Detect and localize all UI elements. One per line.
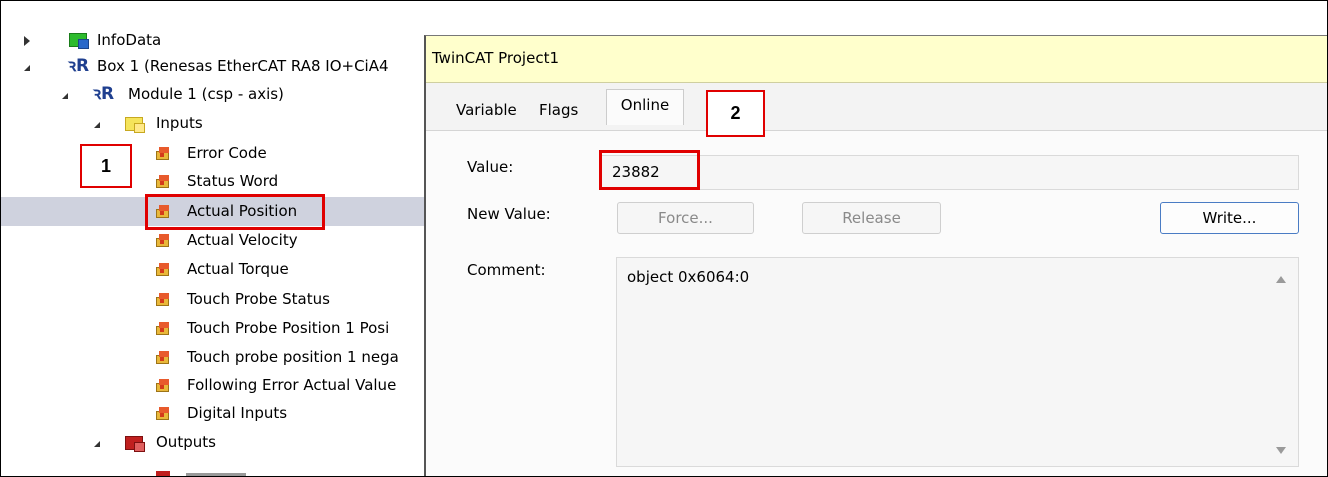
value-label: Value: bbox=[467, 158, 514, 176]
variable-input-icon bbox=[156, 322, 171, 335]
tree-item-label: Touch Probe Position 1 Posi bbox=[187, 319, 390, 337]
tab-online[interactable]: Online bbox=[606, 89, 684, 125]
tab-variable[interactable]: Variable bbox=[456, 97, 517, 123]
tree-item-label: Touch probe position 1 nega bbox=[187, 348, 399, 366]
variable-input-icon bbox=[156, 147, 171, 160]
tree-item-variable[interactable]: Actual Torque bbox=[1, 255, 421, 284]
renesas-device-icon: ꝛR bbox=[93, 84, 115, 104]
annotation-badge-2: 2 bbox=[706, 90, 765, 137]
comment-label: Comment: bbox=[467, 261, 546, 279]
tree-item-label: Module 1 (csp - axis) bbox=[128, 85, 284, 103]
release-button[interactable]: Release bbox=[802, 202, 941, 234]
collapse-arrow-icon[interactable] bbox=[62, 93, 68, 99]
value-field: 23882 bbox=[599, 155, 1299, 190]
tree-item-label: Inputs bbox=[156, 114, 203, 132]
online-tab-panel: Value: 23882 New Value: Force... Release… bbox=[426, 130, 1327, 476]
properties-dialog: TwinCAT Project1 Variable Flags Online V… bbox=[424, 35, 1327, 476]
tree-item-variable[interactable]: Touch probe position 1 nega bbox=[1, 343, 421, 372]
variable-input-icon bbox=[156, 263, 171, 276]
collapse-arrow-icon[interactable] bbox=[24, 65, 30, 71]
tree-item-infodata[interactable]: InfoData bbox=[1, 26, 421, 55]
scroll-up-arrow-icon[interactable] bbox=[1276, 276, 1286, 283]
tree-item-variable[interactable]: Actual Velocity bbox=[1, 226, 421, 255]
highlight-box-value bbox=[599, 150, 700, 190]
tree-item-inputs[interactable]: Inputs bbox=[1, 109, 421, 138]
solution-tree: InfoData ꝛR Box 1 (Renesas EtherCAT RA8 … bbox=[1, 1, 431, 476]
folder-red-icon bbox=[125, 436, 145, 452]
dialog-title: TwinCAT Project1 bbox=[432, 49, 559, 67]
folder-green-icon bbox=[69, 33, 89, 49]
tab-strip: Variable Flags Online bbox=[426, 83, 1327, 131]
tree-item-label: Error Code bbox=[187, 144, 267, 162]
annotation-badge-1: 1 bbox=[80, 144, 132, 188]
dialog-title-bar: TwinCAT Project1 bbox=[426, 36, 1327, 83]
tree-item-label: Digital Inputs bbox=[187, 404, 288, 422]
renesas-device-icon: ꝛR bbox=[68, 56, 90, 76]
tree-item-label: InfoData bbox=[97, 31, 162, 49]
screenshot-frame: InfoData ꝛR Box 1 (Renesas EtherCAT RA8 … bbox=[0, 0, 1328, 477]
variable-input-icon bbox=[156, 379, 171, 392]
tree-item-label: Box 1 (Renesas EtherCAT RA8 IO+CiA4 bbox=[97, 57, 389, 75]
variable-input-icon bbox=[156, 293, 171, 306]
expand-arrow-icon[interactable] bbox=[24, 36, 30, 46]
variable-input-icon bbox=[156, 234, 171, 247]
new-value-label: New Value: bbox=[467, 205, 551, 223]
collapse-arrow-icon[interactable] bbox=[94, 122, 100, 128]
collapse-arrow-icon[interactable] bbox=[94, 441, 100, 447]
comment-field[interactable]: object 0x6064:0 bbox=[616, 257, 1299, 467]
tree-item-variable[interactable]: Touch Probe Status bbox=[1, 285, 421, 314]
tree-item-outputs[interactable]: Outputs bbox=[1, 428, 421, 457]
tree-item-module1[interactable]: ꝛR Module 1 (csp - axis) bbox=[1, 80, 421, 109]
tree-item-label: Actual Velocity bbox=[187, 231, 298, 249]
tree-item-label: Status Word bbox=[187, 172, 279, 190]
variable-input-icon bbox=[156, 175, 171, 188]
tree-item-variable[interactable]: Error Code bbox=[1, 139, 421, 168]
tree-item-clipped bbox=[156, 469, 246, 476]
force-button[interactable]: Force... bbox=[617, 202, 754, 234]
tree-item-variable[interactable]: Touch Probe Position 1 Posi bbox=[1, 314, 421, 343]
variable-input-icon bbox=[156, 351, 171, 364]
tree-item-label: Following Error Actual Value bbox=[187, 376, 397, 394]
tree-item-variable[interactable]: Following Error Actual Value bbox=[1, 371, 421, 400]
tab-flags[interactable]: Flags bbox=[539, 97, 578, 123]
tree-item-variable[interactable]: Status Word bbox=[1, 167, 421, 196]
folder-yellow-icon bbox=[125, 117, 145, 133]
highlight-box-actual-position bbox=[145, 194, 325, 230]
tree-item-box1[interactable]: ꝛR Box 1 (Renesas EtherCAT RA8 IO+CiA4 bbox=[1, 52, 431, 81]
write-button[interactable]: Write... bbox=[1160, 202, 1299, 234]
scroll-down-arrow-icon[interactable] bbox=[1276, 447, 1286, 454]
tree-item-variable[interactable]: Digital Inputs bbox=[1, 399, 421, 428]
tree-item-label: Outputs bbox=[156, 433, 216, 451]
comment-text: object 0x6064:0 bbox=[627, 268, 750, 286]
tree-item-label: Touch Probe Status bbox=[187, 290, 330, 308]
variable-input-icon bbox=[156, 407, 171, 420]
tree-item-label: Actual Torque bbox=[187, 260, 289, 278]
